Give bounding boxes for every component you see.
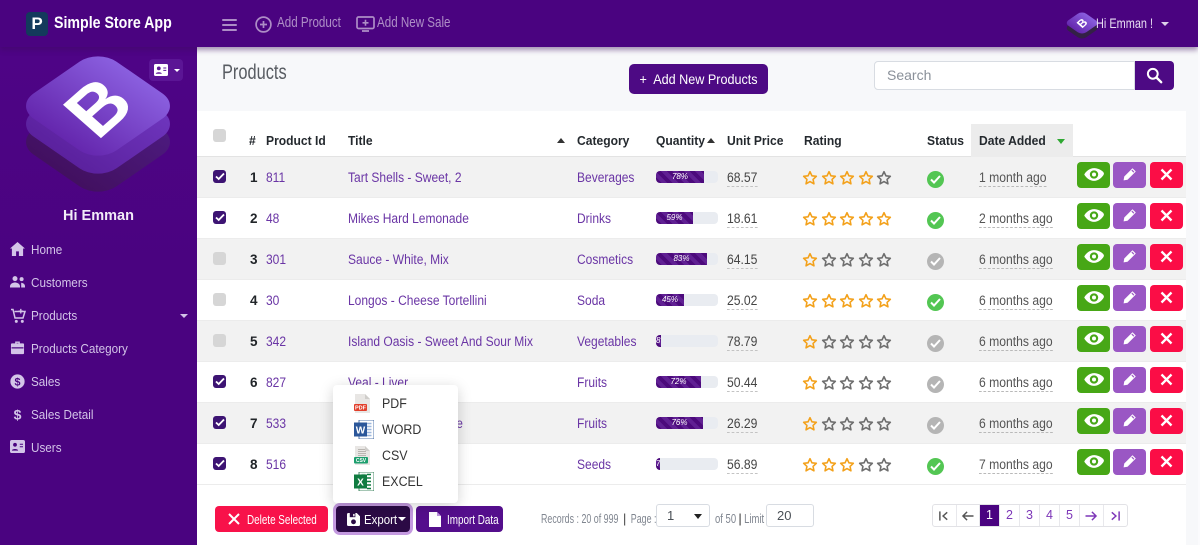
svg-text:$: $ xyxy=(15,377,21,389)
svg-text:$: $ xyxy=(14,407,22,422)
svg-text:W: W xyxy=(356,426,366,437)
svg-text:X: X xyxy=(357,478,364,489)
svg-text:PDF: PDF xyxy=(355,406,367,412)
svg-text:CSV: CSV xyxy=(356,458,367,464)
